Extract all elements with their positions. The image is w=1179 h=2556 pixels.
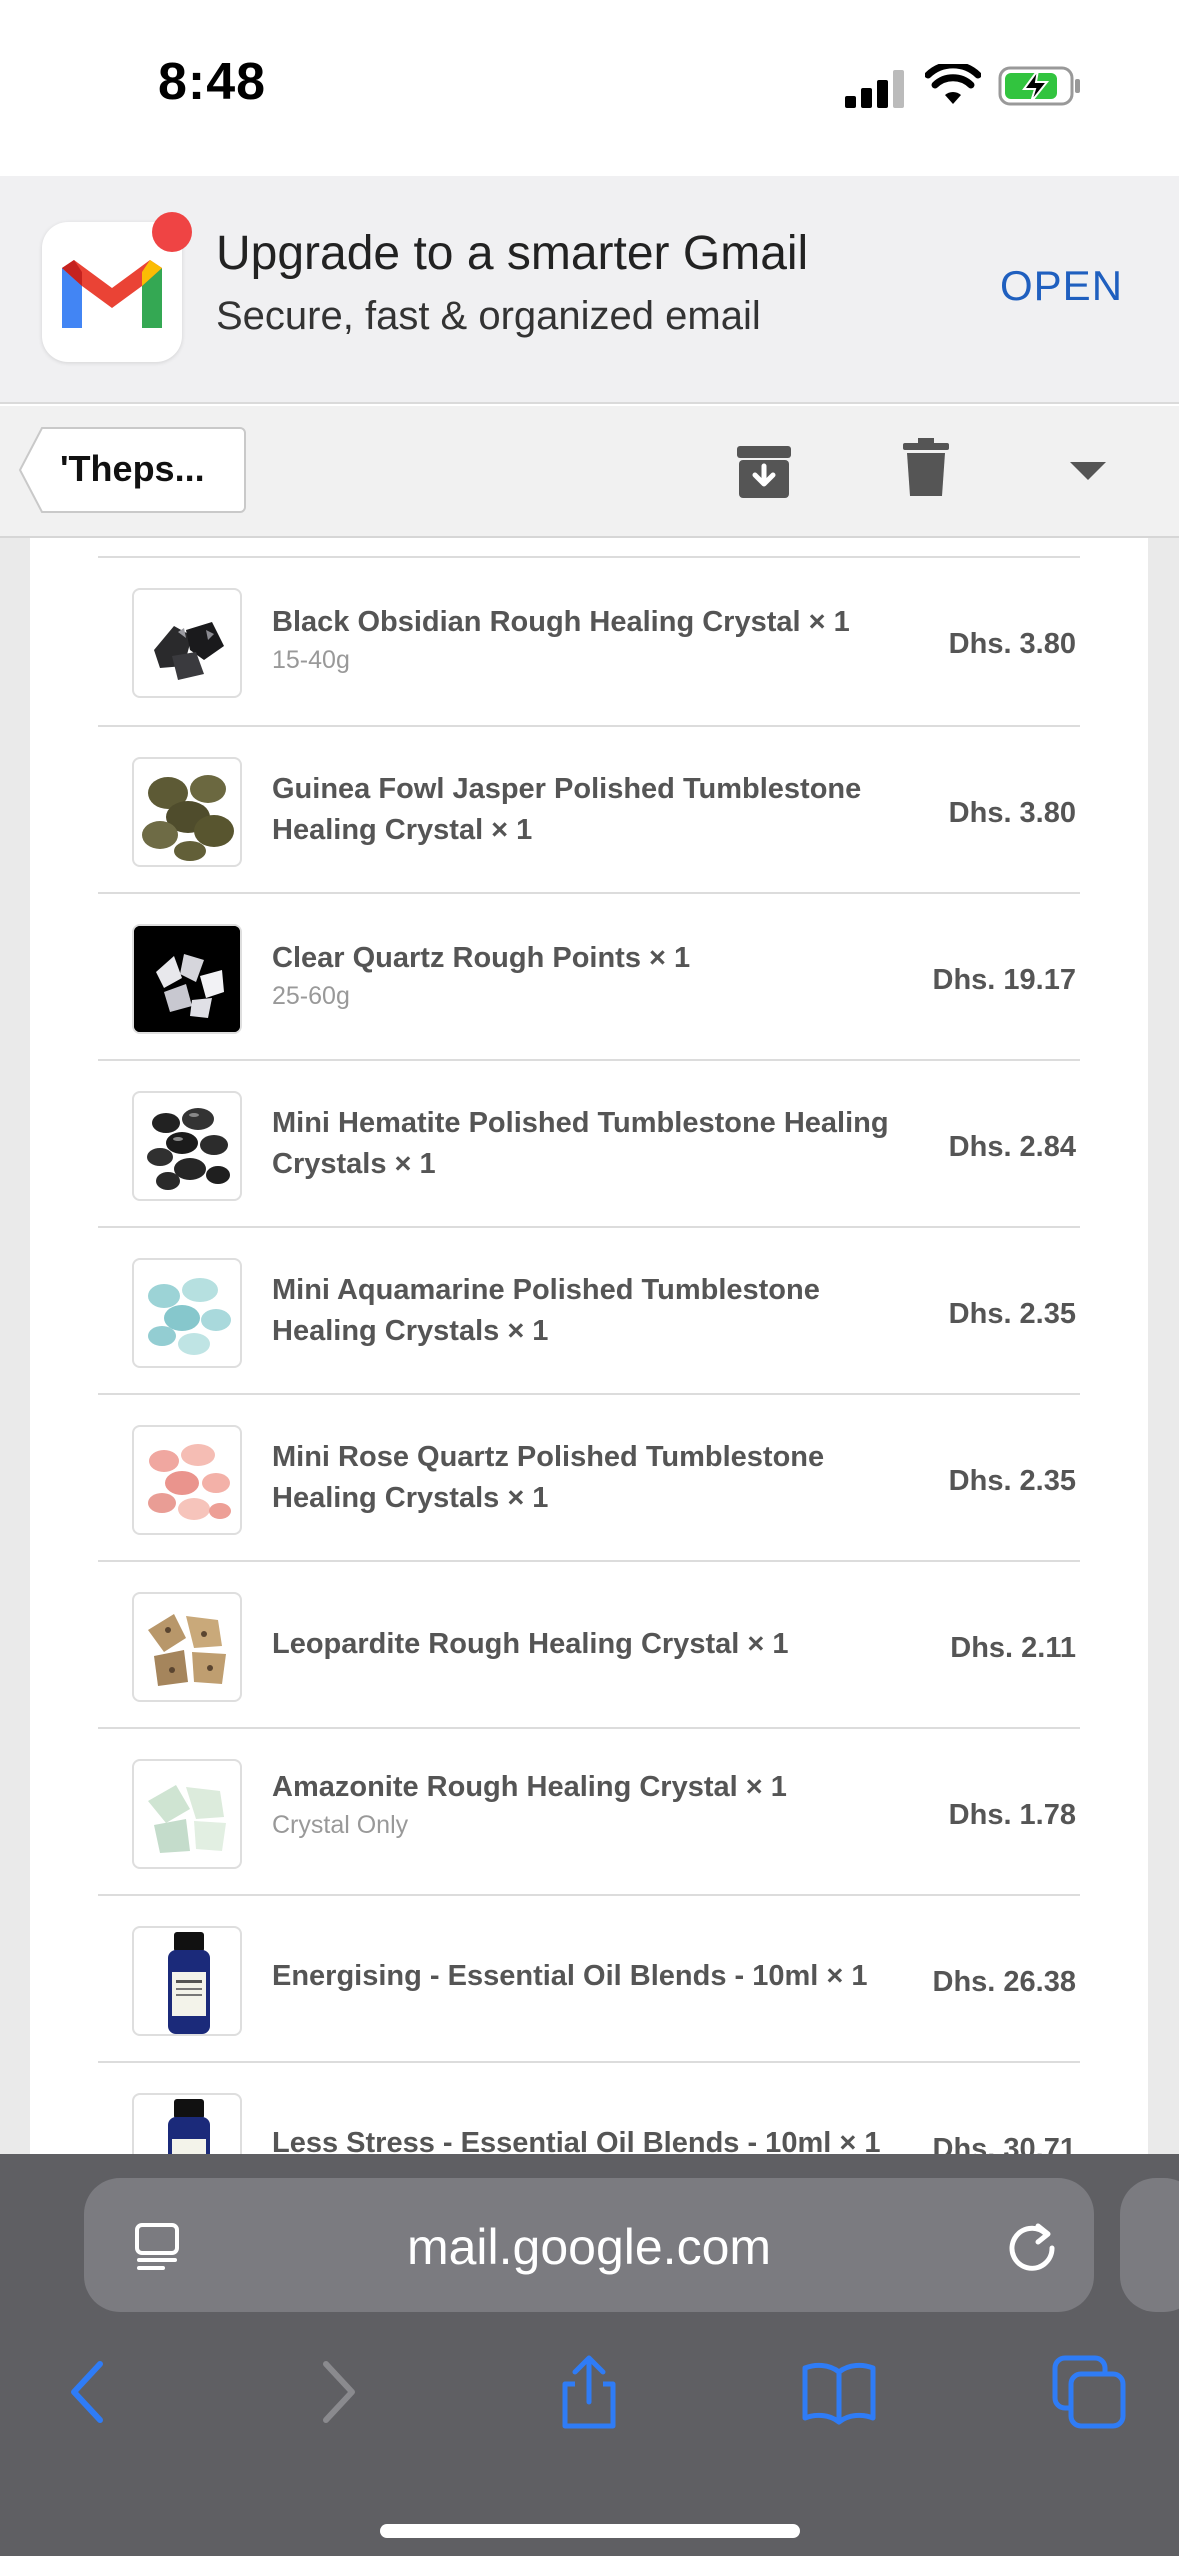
cellular-signal-icon xyxy=(845,70,905,108)
item-price: Dhs. 3.80 xyxy=(948,797,1076,829)
home-indicator xyxy=(380,2524,800,2538)
item-name: Clear Quartz Rough Points × 1 xyxy=(272,942,691,974)
mail-toolbar: 'Theps... xyxy=(0,406,1179,538)
status-time: 8:48 xyxy=(158,53,267,111)
email-content: Black Obsidian Rough Healing Crystal × 1… xyxy=(0,538,1179,2154)
product-thumbnail xyxy=(132,1592,242,1702)
item-name: Leopardite Rough Healing Crystal × 1 xyxy=(272,1628,789,1660)
notification-dot xyxy=(152,212,192,252)
promo-subtitle: Secure, fast & organized email xyxy=(216,294,761,338)
item-name: Mini Rose Quartz Polished Tumblestone He… xyxy=(272,1441,825,1514)
browser-bottom-bar: mail.google.com xyxy=(0,2154,1179,2556)
item-price: Dhs. 1.78 xyxy=(948,1799,1076,1831)
open-app-button[interactable]: OPEN xyxy=(1000,262,1123,310)
item-variant: Crystal Only xyxy=(272,1811,409,1839)
tabs-icon[interactable] xyxy=(1051,2354,1127,2430)
item-name: Amazonite Rough Healing Crystal × 1 xyxy=(272,1771,787,1803)
item-name: Mini Hematite Polished Tumblestone Heali… xyxy=(272,1107,889,1180)
item-price: Dhs. 2.35 xyxy=(948,1298,1076,1330)
trash-icon[interactable] xyxy=(903,438,949,498)
archive-icon[interactable] xyxy=(735,442,793,500)
order-item[interactable]: Mini Rose Quartz Polished Tumblestone He… xyxy=(98,1393,1080,1560)
product-thumbnail xyxy=(132,924,242,1034)
order-item[interactable]: Mini Hematite Polished Tumblestone Heali… xyxy=(98,1059,1080,1226)
bookmarks-icon[interactable] xyxy=(801,2354,877,2430)
share-icon[interactable] xyxy=(551,2354,627,2430)
order-item[interactable]: Guinea Fowl Jasper Polished Tumblestone … xyxy=(98,725,1080,892)
item-price: Dhs. 19.17 xyxy=(932,964,1076,996)
item-price: Dhs. 26.38 xyxy=(932,1966,1076,1998)
product-thumbnail xyxy=(132,588,242,698)
order-item[interactable]: Less Stress - Essential Oil Blends - 10m… xyxy=(98,2061,1080,2154)
order-item[interactable]: Leopardite Rough Healing Crystal × 1 Dhs… xyxy=(98,1560,1080,1727)
promo-title: Upgrade to a smarter Gmail xyxy=(216,227,809,280)
item-price: Dhs. 30.71 xyxy=(932,2133,1076,2154)
order-item[interactable]: Amazonite Rough Healing Crystal × 1 Crys… xyxy=(98,1727,1080,1894)
url-text: mail.google.com xyxy=(406,2219,772,2275)
order-item[interactable]: Black Obsidian Rough Healing Crystal × 1… xyxy=(98,558,1080,725)
product-thumbnail xyxy=(132,1091,242,1201)
back-arrow-icon[interactable] xyxy=(50,2354,126,2430)
item-price: Dhs. 2.84 xyxy=(948,1131,1076,1163)
item-price: Dhs. 2.35 xyxy=(948,1465,1076,1497)
wifi-icon xyxy=(925,64,981,104)
item-price: Dhs. 3.80 xyxy=(948,628,1076,660)
item-name: Less Stress - Essential Oil Blends - 10m… xyxy=(272,2127,881,2154)
item-price: Dhs. 2.11 xyxy=(950,1632,1076,1664)
item-name: Black Obsidian Rough Healing Crystal × 1 xyxy=(272,606,850,638)
order-item[interactable]: Mini Aquamarine Polished Tumblestone Hea… xyxy=(98,1226,1080,1393)
product-thumbnail xyxy=(132,1258,242,1368)
item-name: Energising - Essential Oil Blends - 10ml… xyxy=(272,1960,868,1992)
reload-icon[interactable] xyxy=(1004,2218,1060,2274)
item-variant: 15-40g xyxy=(272,646,350,674)
product-thumbnail xyxy=(132,2093,242,2154)
address-bar[interactable]: mail.google.com xyxy=(84,2178,1094,2312)
item-variant: 25-60g xyxy=(272,982,350,1010)
back-button-label: 'Theps... xyxy=(60,448,205,489)
product-thumbnail xyxy=(132,1759,242,1869)
order-item[interactable]: Clear Quartz Rough Points × 1 25-60g Dhs… xyxy=(98,892,1080,1059)
item-name: Mini Aquamarine Polished Tumblestone Hea… xyxy=(272,1274,820,1347)
product-thumbnail xyxy=(132,1425,242,1535)
product-thumbnail xyxy=(132,757,242,867)
product-thumbnail xyxy=(132,1926,242,2036)
item-name: Guinea Fowl Jasper Polished Tumblestone … xyxy=(272,773,862,846)
order-card: Black Obsidian Rough Healing Crystal × 1… xyxy=(30,538,1148,2154)
battery-charging-icon xyxy=(998,66,1080,106)
gmail-promo-banner: Upgrade to a smarter Gmail Secure, fast … xyxy=(0,176,1179,404)
more-options-caret-icon[interactable] xyxy=(1070,462,1106,480)
order-item[interactable]: Energising - Essential Oil Blends - 10ml… xyxy=(98,1894,1080,2061)
next-tab-preview[interactable] xyxy=(1120,2178,1179,2312)
back-button[interactable]: 'Theps... xyxy=(18,426,246,514)
forward-arrow-icon[interactable] xyxy=(300,2354,376,2430)
status-bar: 8:48 xyxy=(0,0,1179,176)
